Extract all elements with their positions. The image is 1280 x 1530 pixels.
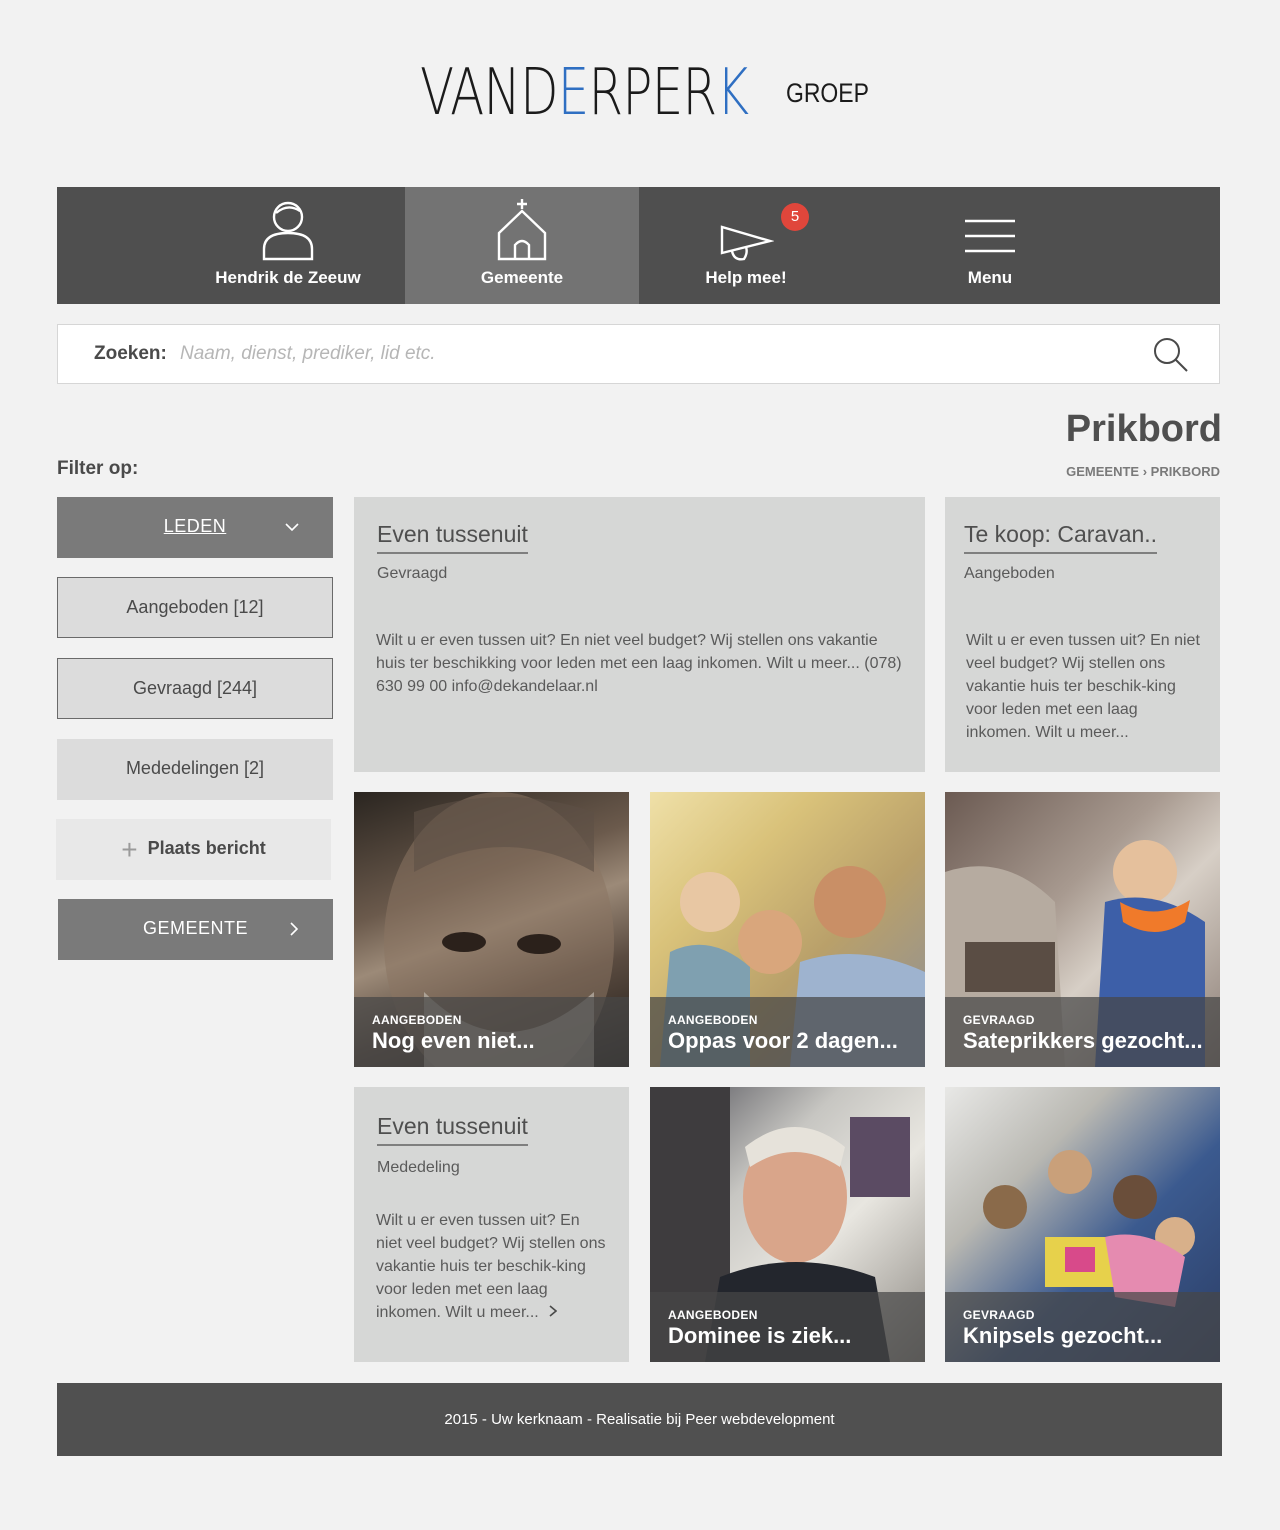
hamburger-icon bbox=[965, 219, 1015, 253]
notification-badge: 5 bbox=[781, 203, 809, 231]
photo-tag: AANGEBODEN bbox=[668, 1013, 758, 1027]
breadcrumb-current: PRIKBORD bbox=[1150, 464, 1220, 479]
chevron-right-icon bbox=[289, 899, 299, 958]
photo-title: Knipsels gezocht... bbox=[963, 1323, 1163, 1348]
photo-tag: AANGEBODEN bbox=[668, 1308, 758, 1322]
card-body-text: Wilt u er even tussen uit? En niet veel … bbox=[376, 1212, 606, 1321]
logo[interactable]: VANDERPERK GROEP bbox=[420, 60, 870, 126]
card-title: Even tussenuit bbox=[377, 521, 528, 554]
photo-title: Oppas voor 2 dagen... bbox=[668, 1028, 898, 1053]
photo-card[interactable]: AANGEBODEN Dominee is ziek... bbox=[650, 1087, 925, 1362]
card-type: Gevraagd bbox=[377, 565, 448, 582]
footer: 2015 - Uw kerknaam - Realisatie bij Peer… bbox=[57, 1383, 1222, 1456]
photo-title: Sateprikkers gezocht... bbox=[963, 1028, 1203, 1053]
photo-card[interactable]: AANGEBODEN Oppas voor 2 dagen... bbox=[650, 792, 925, 1067]
filter-gevraagd-button[interactable]: Gevraagd [244] bbox=[57, 658, 333, 719]
card-body: Wilt u er even tussen uit? En niet veel … bbox=[376, 632, 902, 695]
search-input[interactable] bbox=[180, 337, 1080, 371]
filter-leden-label: LEDEN bbox=[163, 516, 227, 536]
photo-card[interactable]: GEVRAAGD Sateprikkers gezocht... bbox=[945, 792, 1220, 1067]
photo-caption: AANGEBODEN Dominee is ziek... bbox=[650, 1292, 925, 1362]
church-icon bbox=[497, 199, 547, 261]
nav-label: Gemeente bbox=[480, 268, 564, 287]
filter-label: Filter op: bbox=[57, 458, 139, 479]
card-body: Wilt u er even tussen uit? En niet veel … bbox=[376, 1209, 609, 1324]
search-bar: Zoeken: bbox=[57, 324, 1220, 384]
photo-tag: AANGEBODEN bbox=[372, 1013, 462, 1027]
board-card[interactable]: Te koop: Caravan.. Aangeboden Wilt u er … bbox=[945, 497, 1220, 772]
photo-tag: GEVRAAGD bbox=[963, 1308, 1035, 1322]
nav-item-profile[interactable]: Hendrik de Zeeuw bbox=[172, 187, 404, 304]
main-nav: Hendrik de Zeeuw Gemeente 5 Help mee! Me… bbox=[57, 187, 1220, 304]
gemeente-button[interactable]: GEMEENTE bbox=[58, 899, 333, 960]
board-card[interactable]: Even tussenuit Gevraagd Wilt u er even t… bbox=[354, 497, 925, 772]
filter-aangeboden-button[interactable]: Aangeboden [12] bbox=[57, 577, 333, 638]
user-icon bbox=[262, 201, 314, 261]
search-label: Zoeken: bbox=[94, 343, 167, 364]
photo-caption: GEVRAAGD Knipsels gezocht... bbox=[945, 1292, 1220, 1362]
breadcrumb-separator-icon: › bbox=[1142, 464, 1151, 479]
chevron-right-icon[interactable] bbox=[549, 1304, 558, 1321]
board-card[interactable]: Even tussenuit Mededeling Wilt u er even… bbox=[354, 1087, 629, 1362]
chevron-down-icon bbox=[285, 497, 299, 556]
card-type: Mededeling bbox=[377, 1159, 460, 1176]
nav-label: Menu bbox=[967, 268, 1013, 287]
nav-item-gemeente[interactable]: Gemeente bbox=[405, 187, 639, 304]
nav-label: Help mee! bbox=[705, 268, 787, 287]
card-body: Wilt u er even tussen uit? En niet veel … bbox=[966, 632, 1200, 741]
plus-icon: + bbox=[121, 833, 138, 865]
photo-caption: GEVRAAGD Sateprikkers gezocht... bbox=[945, 997, 1220, 1067]
logo-wordmark: VANDERPERK bbox=[420, 56, 749, 130]
card-title: Te koop: Caravan.. bbox=[964, 521, 1158, 554]
nav-item-menu[interactable]: Menu bbox=[887, 187, 1093, 304]
breadcrumb-link-gemeente[interactable]: GEMEENTE bbox=[1066, 464, 1139, 479]
nav-label: Hendrik de Zeeuw bbox=[215, 268, 361, 287]
photo-title: Nog even niet... bbox=[372, 1028, 535, 1053]
page-title: Prikbord bbox=[1065, 408, 1222, 450]
gemeente-label: GEMEENTE bbox=[142, 918, 248, 938]
filter-leden-dropdown[interactable]: LEDEN bbox=[57, 497, 333, 558]
megaphone-icon bbox=[720, 225, 774, 261]
filter-mededelingen-button[interactable]: Mededelingen [2] bbox=[57, 739, 333, 800]
photo-card[interactable]: AANGEBODEN Nog even niet... bbox=[354, 792, 629, 1067]
card-title: Even tussenuit bbox=[377, 1113, 528, 1146]
photo-card[interactable]: GEVRAAGD Knipsels gezocht... bbox=[945, 1087, 1220, 1362]
plaats-bericht-label: Plaats bericht bbox=[147, 838, 266, 858]
plaats-bericht-button[interactable]: + Plaats bericht bbox=[56, 819, 331, 880]
photo-caption: AANGEBODEN Nog even niet... bbox=[354, 997, 629, 1067]
breadcrumb: GEMEENTE › PRIKBORD bbox=[1066, 464, 1220, 479]
nav-item-help[interactable]: 5 Help mee! bbox=[640, 187, 852, 304]
search-icon[interactable] bbox=[1153, 337, 1189, 373]
logo-subtext: GROEP bbox=[786, 78, 869, 108]
card-type: Aangeboden bbox=[964, 565, 1055, 582]
photo-tag: GEVRAAGD bbox=[963, 1013, 1035, 1027]
photo-caption: AANGEBODEN Oppas voor 2 dagen... bbox=[650, 997, 925, 1067]
photo-title: Dominee is ziek... bbox=[668, 1323, 852, 1348]
